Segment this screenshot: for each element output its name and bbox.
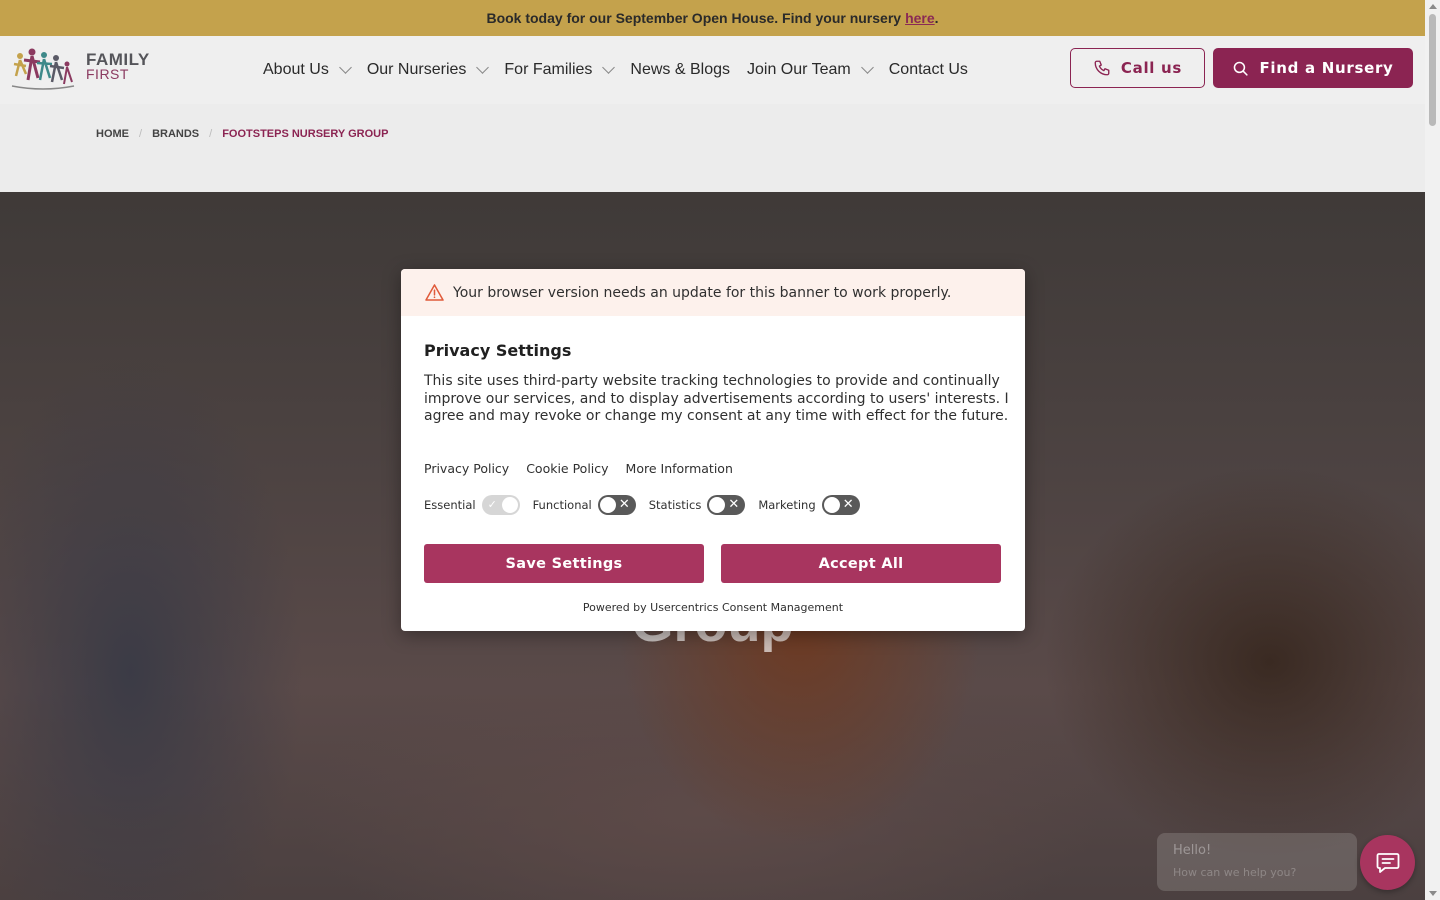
breadcrumb-separator: /: [139, 128, 143, 140]
close-icon: ✕: [728, 497, 740, 512]
toggle-knob: [599, 497, 616, 513]
nav-join-our-team-label: Join Our Team: [747, 61, 851, 78]
close-icon: ✕: [618, 497, 630, 512]
nav-for-families[interactable]: For Families: [504, 61, 616, 79]
more-information-link[interactable]: More Information: [626, 461, 733, 476]
announcement-link[interactable]: here: [905, 10, 935, 26]
toggle-knob: [823, 497, 840, 513]
nav-contact-us-label: Contact Us: [888, 61, 968, 78]
statistics-toggle-group: Statistics ✕: [649, 495, 746, 515]
marketing-toggle-group: Marketing ✕: [758, 495, 860, 515]
breadcrumb: HOME / BRANDS / FOOTSTEPS NURSERY GROUP: [96, 128, 388, 140]
logo-figures-icon: [11, 48, 75, 90]
main-nav: About Us Our Nurseries For Families News…: [263, 36, 985, 104]
breadcrumb-brands[interactable]: BRANDS: [152, 128, 199, 140]
breadcrumb-home[interactable]: HOME: [96, 128, 129, 140]
warning-icon: [425, 284, 444, 301]
marketing-label: Marketing: [758, 498, 816, 512]
site-header: FAMILY FIRST About Us Our Nurseries For …: [0, 36, 1425, 104]
call-us-label: Call us: [1120, 59, 1183, 77]
essential-label: Essential: [424, 498, 476, 512]
announcement-bar: Book today for our September Open House.…: [0, 0, 1425, 36]
functional-toggle[interactable]: ✕: [597, 495, 636, 515]
chat-launcher-button[interactable]: [1360, 835, 1415, 890]
page-scrollbar[interactable]: [1425, 0, 1440, 900]
scroll-down-arrow-icon[interactable]: [1429, 891, 1437, 896]
nav-about-us[interactable]: About Us: [263, 61, 352, 79]
call-us-button[interactable]: Call us: [1070, 48, 1205, 88]
essential-toggle[interactable]: ✓: [481, 495, 520, 515]
family-first-logo[interactable]: FAMILY FIRST: [10, 46, 155, 92]
breadcrumb-current: FOOTSTEPS NURSERY GROUP: [222, 128, 389, 140]
statistics-toggle[interactable]: ✕: [707, 495, 746, 515]
announcement-text: Book today for our September Open House.…: [486, 10, 902, 26]
breadcrumb-separator: /: [209, 128, 213, 140]
chat-greeting-bubble[interactable]: Hello! How can we help you?: [1157, 833, 1357, 891]
nav-our-nurseries[interactable]: Our Nurseries: [366, 61, 490, 79]
nav-contact-us[interactable]: Contact Us: [889, 61, 968, 79]
nav-about-us-label: About Us: [263, 61, 329, 78]
dialog-description: This site uses third-party website track…: [424, 373, 1009, 424]
browser-warning: Your browser version needs an update for…: [401, 269, 1025, 316]
find-a-nursery-label: Find a Nursery: [1259, 59, 1394, 77]
marketing-toggle[interactable]: ✕: [821, 495, 860, 515]
chevron-down-icon: [476, 61, 490, 74]
chat-greeting: Hello!: [1173, 843, 1212, 858]
check-icon: ✓: [487, 498, 497, 511]
chevron-down-icon: [602, 61, 616, 74]
phone-icon: [1094, 60, 1110, 76]
functional-toggle-group: Functional ✕: [533, 495, 636, 515]
announcement-period: .: [934, 10, 939, 26]
browser-warning-text: Your browser version needs an update for…: [453, 284, 952, 301]
nav-join-our-team[interactable]: Join Our Team: [747, 61, 874, 79]
chevron-down-icon: [860, 61, 874, 74]
statistics-label: Statistics: [648, 498, 702, 512]
chat-icon: [1376, 852, 1399, 873]
nav-news-blogs[interactable]: News & Blogs: [630, 61, 730, 79]
cookie-policy-link[interactable]: Cookie Policy: [526, 461, 608, 476]
accept-all-button[interactable]: Accept All: [721, 544, 1001, 583]
scroll-up-arrow-icon[interactable]: [1429, 4, 1437, 9]
chevron-down-icon: [338, 61, 352, 74]
toggle-knob: [501, 497, 518, 513]
powered-by-text: Powered by Usercentrics Consent Manageme…: [582, 601, 844, 614]
toggle-knob: [709, 497, 726, 513]
nav-our-nurseries-label: Our Nurseries: [366, 61, 467, 78]
search-icon: [1234, 61, 1249, 76]
logo-line1: FAMILY: [86, 50, 150, 69]
close-icon: ✕: [842, 497, 854, 512]
find-a-nursery-button[interactable]: Find a Nursery: [1213, 48, 1413, 88]
chat-prompt: How can we help you?: [1173, 866, 1297, 879]
policy-links: Privacy Policy Cookie Policy More Inform…: [424, 461, 750, 476]
nav-news-blogs-label: News & Blogs: [630, 61, 730, 78]
privacy-policy-link[interactable]: Privacy Policy: [424, 461, 509, 476]
essential-toggle-group: Essential ✓: [424, 495, 520, 515]
logo-text: FAMILY FIRST: [86, 50, 150, 82]
consent-toggles: Essential ✓ Functional ✕ Statistics ✕ Ma…: [424, 495, 873, 515]
scrollbar-thumb[interactable]: [1429, 14, 1436, 126]
logo-line2: FIRST: [86, 66, 129, 82]
breadcrumb-area: HOME / BRANDS / FOOTSTEPS NURSERY GROUP: [0, 104, 1425, 192]
functional-label: Functional: [532, 498, 592, 512]
privacy-settings-dialog: Your browser version needs an update for…: [401, 269, 1025, 631]
nav-for-families-label: For Families: [504, 61, 593, 78]
save-settings-button[interactable]: Save Settings: [424, 544, 704, 583]
dialog-title: Privacy Settings: [424, 341, 572, 360]
